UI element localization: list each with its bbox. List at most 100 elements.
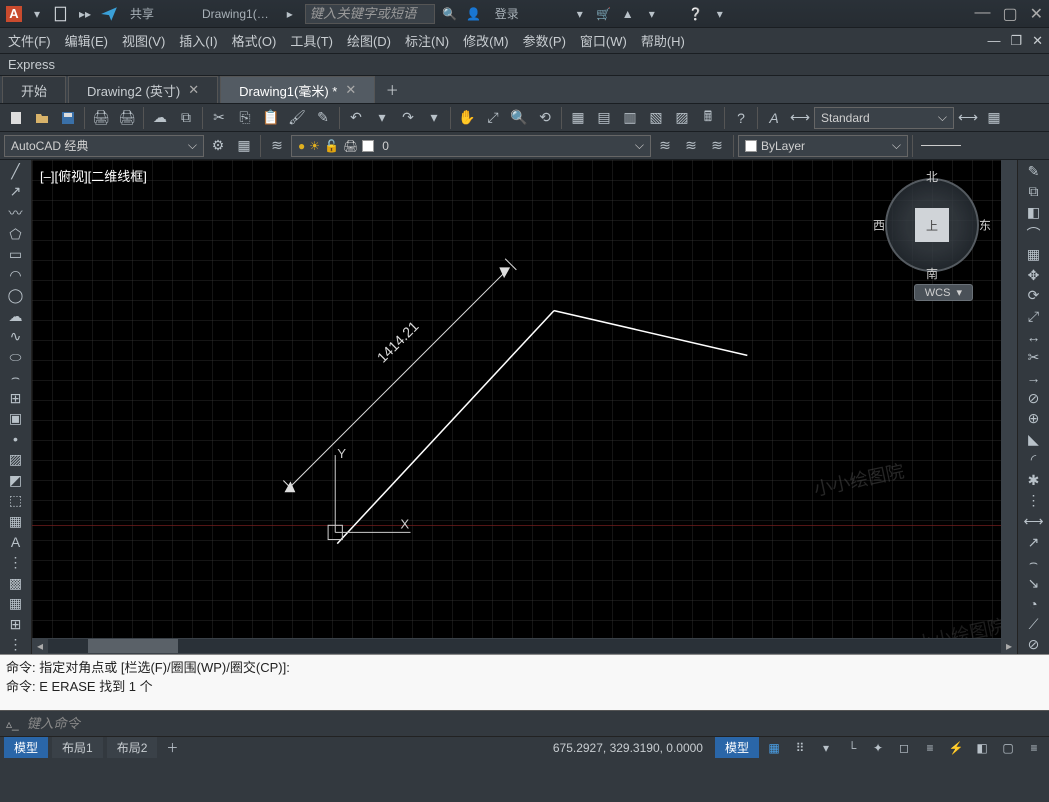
dropdown-icon[interactable]: ▾: [28, 5, 46, 23]
dim-style-icon[interactable]: ⟷: [956, 106, 980, 130]
revcloud-icon[interactable]: ☁: [4, 307, 28, 326]
dropdown-icon[interactable]: ▾: [571, 5, 589, 23]
model-space-button[interactable]: 模型: [715, 737, 759, 758]
tab-drawing2[interactable]: Drawing2 (英寸)✕: [68, 76, 218, 103]
gear-icon[interactable]: ⚙: [206, 134, 230, 158]
doc-close-button[interactable]: ✕: [1032, 33, 1043, 49]
menu-tools[interactable]: 工具(T): [290, 31, 333, 50]
open-icon[interactable]: [30, 106, 54, 130]
close-icon[interactable]: ✕: [345, 82, 356, 98]
send-icon[interactable]: [100, 5, 118, 23]
scale-icon[interactable]: ⤢: [1022, 307, 1046, 326]
command-icon[interactable]: ▵_: [6, 717, 19, 731]
new-icon[interactable]: [4, 106, 28, 130]
fillet-icon[interactable]: ◜: [1022, 451, 1046, 470]
text-style-combo[interactable]: Standard⌵: [814, 107, 954, 129]
user-icon[interactable]: 👤: [465, 5, 483, 23]
add-layout-icon[interactable]: ＋: [161, 739, 183, 757]
pan-icon[interactable]: ✋: [455, 106, 479, 130]
move-icon[interactable]: ✥: [1022, 266, 1046, 285]
polar-icon[interactable]: ✦: [867, 739, 889, 757]
scroll-left-icon[interactable]: ◂: [32, 638, 48, 654]
iso-icon[interactable]: ◧: [971, 739, 993, 757]
osnap-icon[interactable]: ◻: [893, 739, 915, 757]
new-file-icon[interactable]: [52, 5, 70, 23]
arrow-icon[interactable]: ▸▸: [76, 5, 94, 23]
point-icon[interactable]: •: [4, 430, 28, 449]
tool-palette-icon[interactable]: ▥: [618, 106, 642, 130]
grid-toggle-icon[interactable]: ▦: [763, 739, 785, 757]
trim-icon[interactable]: ✂: [1022, 348, 1046, 367]
menu-dim[interactable]: 标注(N): [405, 31, 449, 50]
insert-icon[interactable]: ⊞: [4, 389, 28, 408]
doc-minimize-button[interactable]: —: [987, 33, 1000, 49]
wcs-badge[interactable]: WCS▾: [914, 284, 973, 301]
menu-edit[interactable]: 编辑(E): [65, 31, 108, 50]
offset-icon[interactable]: ⌒: [1022, 224, 1046, 244]
minimize-button[interactable]: —: [974, 4, 990, 24]
region-icon[interactable]: ⬚: [4, 492, 28, 511]
ortho-icon[interactable]: └: [841, 739, 863, 757]
redo-icon[interactable]: ↷: [396, 106, 420, 130]
extend-icon[interactable]: →: [1022, 369, 1046, 388]
search-input[interactable]: [310, 6, 430, 21]
hw-accel-icon[interactable]: ⚡: [945, 739, 967, 757]
autodesk-icon[interactable]: ▲: [619, 5, 637, 23]
help-icon[interactable]: ❔: [687, 5, 705, 23]
layer-btn-icon[interactable]: ≋: [265, 134, 289, 158]
dots-icon[interactable]: ⋮: [4, 553, 28, 572]
command-input[interactable]: [27, 716, 1043, 731]
layout-tab-1[interactable]: 布局1: [52, 737, 103, 758]
ord-dim-icon[interactable]: ↘: [1022, 574, 1046, 593]
snap-toggle-icon[interactable]: ⠿: [789, 739, 811, 757]
publish-icon[interactable]: ☁: [148, 106, 172, 130]
menu-file[interactable]: 文件(F): [8, 31, 51, 50]
chamfer-icon[interactable]: ◣: [1022, 430, 1046, 449]
sheet-set-icon[interactable]: ▧: [644, 106, 668, 130]
menu-view[interactable]: 视图(V): [122, 31, 165, 50]
arc-dim-icon[interactable]: ⌢: [1022, 553, 1046, 572]
mirror-icon[interactable]: ◧: [1022, 203, 1046, 222]
linear-dim-icon[interactable]: ⟷: [1022, 512, 1046, 531]
menu-draw[interactable]: 绘图(D): [347, 31, 391, 50]
xline-icon[interactable]: ↗: [4, 183, 28, 202]
close-button[interactable]: ✕: [1030, 4, 1043, 24]
tab-drawing1[interactable]: Drawing1(毫米) *✕: [220, 76, 375, 103]
customize-icon[interactable]: ≡: [1023, 739, 1045, 757]
view-cube[interactable]: 上 北 南 东 西: [877, 170, 987, 280]
dc-icon[interactable]: ▤: [592, 106, 616, 130]
share-label[interactable]: 共享: [124, 5, 160, 22]
menu-format[interactable]: 格式(O): [232, 31, 277, 50]
dropdown-icon[interactable]: ▾: [643, 5, 661, 23]
scrollbar-vertical[interactable]: [1001, 160, 1017, 638]
calc-icon[interactable]: 🖩: [696, 106, 720, 130]
paste-icon[interactable]: 📋: [259, 106, 283, 130]
zoom-prev-icon[interactable]: ⟲: [533, 106, 557, 130]
dots-icon[interactable]: ⋮: [4, 635, 28, 654]
mesh-icon[interactable]: ▦: [4, 594, 28, 613]
rotate-icon[interactable]: ⟳: [1022, 287, 1046, 306]
rectangle-icon[interactable]: ▭: [4, 246, 28, 265]
save-icon[interactable]: [56, 106, 80, 130]
more-icon[interactable]: ▾: [815, 739, 837, 757]
maximize-button[interactable]: ▢: [1002, 4, 1017, 24]
cube-top[interactable]: 上: [915, 208, 949, 242]
undo-icon[interactable]: ↶: [344, 106, 368, 130]
block-icon[interactable]: ▣: [4, 410, 28, 429]
ellipse-icon[interactable]: ⬭: [4, 348, 28, 367]
menu-modify[interactable]: 修改(M): [463, 31, 509, 50]
gradient-icon[interactable]: ◩: [4, 471, 28, 490]
tab-new-button[interactable]: ＋: [377, 76, 407, 103]
brush-icon[interactable]: ✎: [311, 106, 335, 130]
surface-icon[interactable]: ▩: [4, 574, 28, 593]
command-history[interactable]: 命令: 指定对角点或 [栏选(F)/圈围(WP)/圈交(CP)]: 命令: E …: [0, 654, 1049, 710]
pline-icon[interactable]: 〰: [4, 203, 28, 223]
print-preview-icon[interactable]: 🖨: [115, 106, 139, 130]
join-icon[interactable]: ⊕: [1022, 410, 1046, 429]
undo-dd-icon[interactable]: ▾: [370, 106, 394, 130]
layer-combo[interactable]: ●☀🔓🖨0 ⌵: [291, 135, 651, 157]
props-icon[interactable]: ▦: [566, 106, 590, 130]
ellipse-arc-icon[interactable]: ⌢: [4, 369, 28, 388]
spline-icon[interactable]: ∿: [4, 328, 28, 347]
menu-window[interactable]: 窗口(W): [580, 31, 627, 50]
